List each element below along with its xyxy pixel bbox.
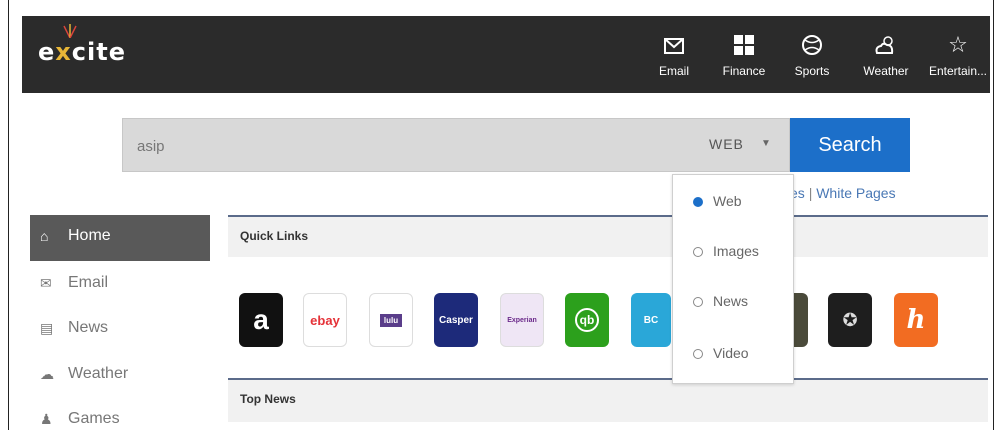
quick-link-dark[interactable] (792, 293, 808, 347)
nav-finance[interactable]: Finance (714, 30, 774, 78)
envelope-icon: ✉ (40, 275, 52, 291)
quick-link-blue-cross[interactable]: BC (631, 293, 671, 347)
home-icon: ⌂ (40, 228, 49, 244)
dropdown-option-video[interactable]: Video (693, 345, 749, 361)
nav-email[interactable]: Email (648, 30, 700, 78)
quick-links-header: Quick Links (228, 217, 988, 257)
top-news-title: Top News (240, 392, 296, 406)
site-header: excite Email Finance Sports Weather ☆ En… (22, 16, 990, 93)
quick-link-casper[interactable]: Casper (434, 293, 478, 347)
sidebar-item-home[interactable]: ⌂ Home (30, 215, 210, 261)
search-input[interactable] (123, 119, 699, 173)
sidebar-item-label: Games (68, 410, 120, 427)
nav-sports[interactable]: Sports (786, 30, 838, 78)
quick-link-experian[interactable]: Experian (500, 293, 544, 347)
sidebar-item-news[interactable]: ▤ News (30, 307, 210, 353)
grid-icon (714, 30, 774, 60)
option-label: Web (713, 193, 742, 209)
newspaper-icon: ▤ (40, 320, 54, 336)
quick-link-purple[interactable]: lulu (369, 293, 413, 347)
quick-link-mercedes[interactable]: ✪ (828, 293, 872, 347)
sidebar-item-games[interactable]: ♟ Games (30, 398, 210, 444)
top-news-header: Top News (228, 380, 988, 422)
nav-sports-label: Sports (794, 64, 830, 78)
link-separator: | (808, 185, 813, 201)
sidebar-item-label: Email (68, 274, 109, 291)
search-type-select[interactable]: WEB (709, 136, 744, 152)
search-bar: WEB ▼ (122, 118, 790, 173)
excite-logo[interactable]: excite (38, 38, 126, 66)
quick-link-ebay[interactable]: ebay (303, 293, 347, 347)
option-label: Video (713, 345, 749, 361)
nav-entertainment[interactable]: ☆ Entertain... (926, 30, 990, 78)
search-extra-links: es | White Pages (790, 185, 896, 201)
logo-text-cite: cite (71, 38, 126, 66)
dropdown-option-news[interactable]: News (693, 293, 748, 309)
quick-links-title: Quick Links (240, 229, 309, 243)
white-pages-link[interactable]: White Pages (816, 185, 895, 201)
option-label: News (713, 293, 749, 309)
logo-text-x: x (55, 38, 72, 66)
ball-icon (786, 30, 838, 60)
chevron-down-icon[interactable]: ▼ (761, 138, 771, 149)
radio-selected-icon[interactable] (693, 197, 703, 207)
honey-logo-glyph: h (906, 305, 926, 335)
sidebar-item-email[interactable]: ✉ Email (30, 262, 210, 308)
sidebar-item-label: Weather (68, 365, 129, 382)
sidebar-item-weather[interactable]: ☁ Weather (30, 353, 210, 399)
mercedes-logo-glyph: ✪ (842, 309, 858, 330)
option-label: Images (713, 243, 759, 259)
cloud-sun-icon (858, 30, 914, 60)
purple-logo-glyph: lulu (379, 313, 403, 327)
star-icon: ☆ (948, 32, 968, 57)
casper-logo-glyph: Casper (439, 314, 473, 326)
dropdown-option-images[interactable]: Images (693, 243, 759, 259)
amazon-logo-glyph: a (253, 304, 269, 335)
ebay-logo-glyph: ebay (310, 312, 340, 328)
nav-finance-label: Finance (722, 64, 766, 78)
quick-link-quickbooks[interactable]: qb (565, 293, 609, 347)
quick-link-amazon[interactable]: a (239, 293, 283, 347)
dropdown-option-web[interactable]: Web (693, 193, 742, 209)
nav-weather-label: Weather (863, 64, 909, 78)
envelope-icon (648, 30, 700, 60)
nav-entertainment-label: Entertain... (928, 64, 988, 78)
blue-cross-logo-glyph: BC (643, 314, 659, 326)
experian-logo-glyph: Experian (507, 316, 537, 324)
pawn-icon: ♟ (40, 411, 53, 427)
search-button[interactable]: Search (790, 118, 910, 172)
logo-rays-icon (63, 24, 77, 38)
radio-icon[interactable] (693, 297, 703, 307)
quickbooks-logo-glyph: qb (575, 308, 599, 332)
sidebar-item-label: Home (68, 227, 111, 244)
nav-weather[interactable]: Weather (858, 30, 914, 78)
logo-text-e: e (38, 38, 56, 66)
radio-icon[interactable] (693, 349, 703, 359)
radio-icon[interactable] (693, 247, 703, 257)
cloud-icon: ☁ (40, 366, 54, 382)
search-type-dropdown: Web Images News Video (672, 174, 794, 384)
sidebar-item-label: News (68, 319, 109, 336)
nav-email-label: Email (658, 64, 689, 78)
quick-link-honey[interactable]: h (894, 293, 938, 347)
